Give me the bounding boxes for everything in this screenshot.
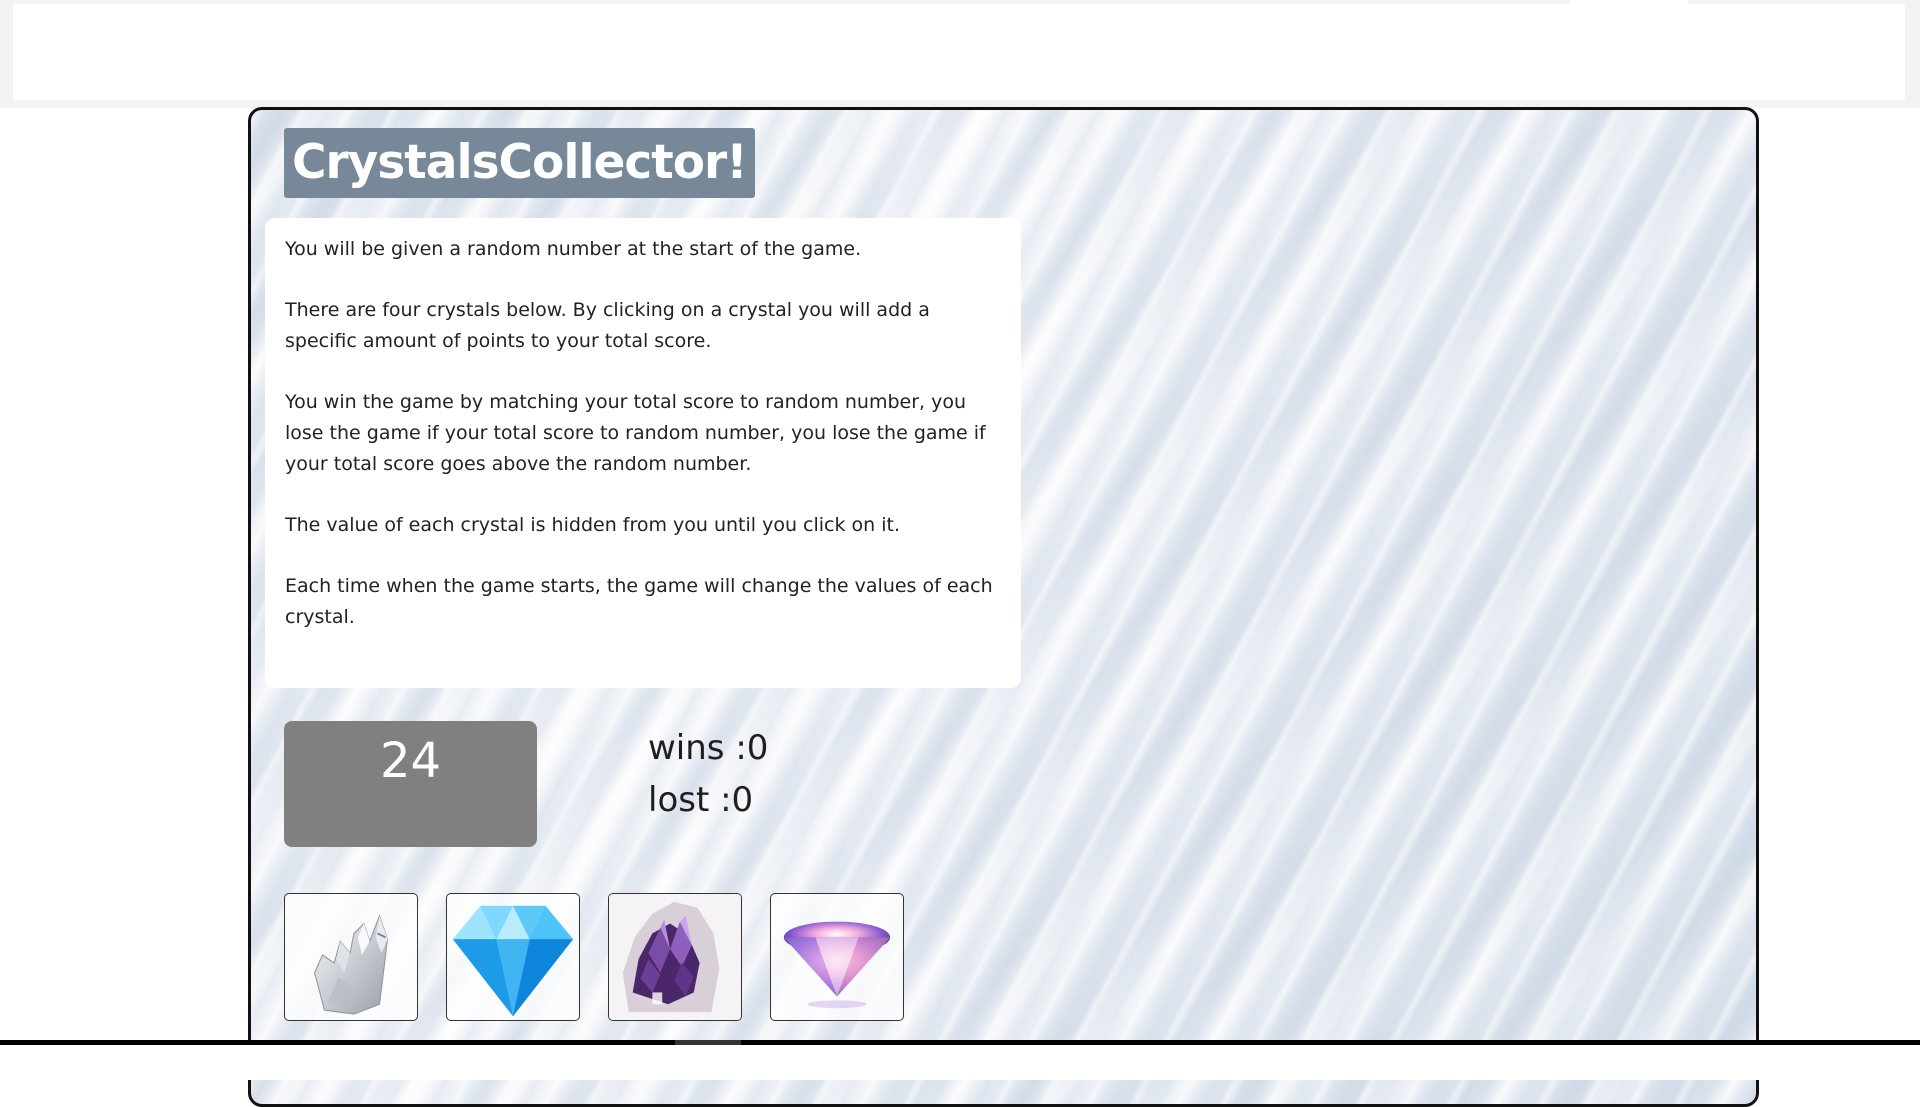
- instruction-paragraph: You will be given a random number at the…: [285, 238, 862, 260]
- bottom-bar: [0, 1040, 1920, 1080]
- crystal-button-1[interactable]: [284, 893, 418, 1021]
- bottom-bar-handle: [675, 1040, 741, 1045]
- wins-counter: wins :0: [648, 728, 769, 768]
- game-title: CrystalsCollector!: [284, 128, 755, 198]
- top-bar-gap: [1570, 0, 1688, 4]
- top-bar: [0, 0, 1920, 108]
- instructions-panel: You will be given a random number at the…: [265, 218, 1021, 688]
- crystal-button-3[interactable]: [608, 893, 742, 1021]
- losses-counter: lost :0: [648, 780, 754, 820]
- game-frame: CrystalsCollector! You will be given a r…: [248, 107, 1759, 1107]
- amethyst-crystal-icon: [609, 894, 741, 1020]
- instruction-paragraph: The value of each crystal is hidden from…: [285, 514, 901, 536]
- target-number: 24: [284, 721, 537, 847]
- crystal-button-4[interactable]: [770, 893, 904, 1021]
- instruction-paragraph: You win the game by matching your total …: [285, 391, 986, 475]
- instruction-paragraph: Each time when the game starts, the game…: [285, 575, 993, 628]
- pink-diamond-icon: [783, 921, 891, 1009]
- clear-quartz-crystal-icon: [314, 914, 388, 1015]
- top-bar-inner: [13, 4, 1905, 100]
- score-stats: wins :0 lost :0: [648, 722, 768, 826]
- crystal-button-2[interactable]: [446, 893, 580, 1021]
- instruction-paragraph: There are four crystals below. By clicki…: [285, 299, 930, 352]
- blue-diamond-icon: [452, 905, 574, 1017]
